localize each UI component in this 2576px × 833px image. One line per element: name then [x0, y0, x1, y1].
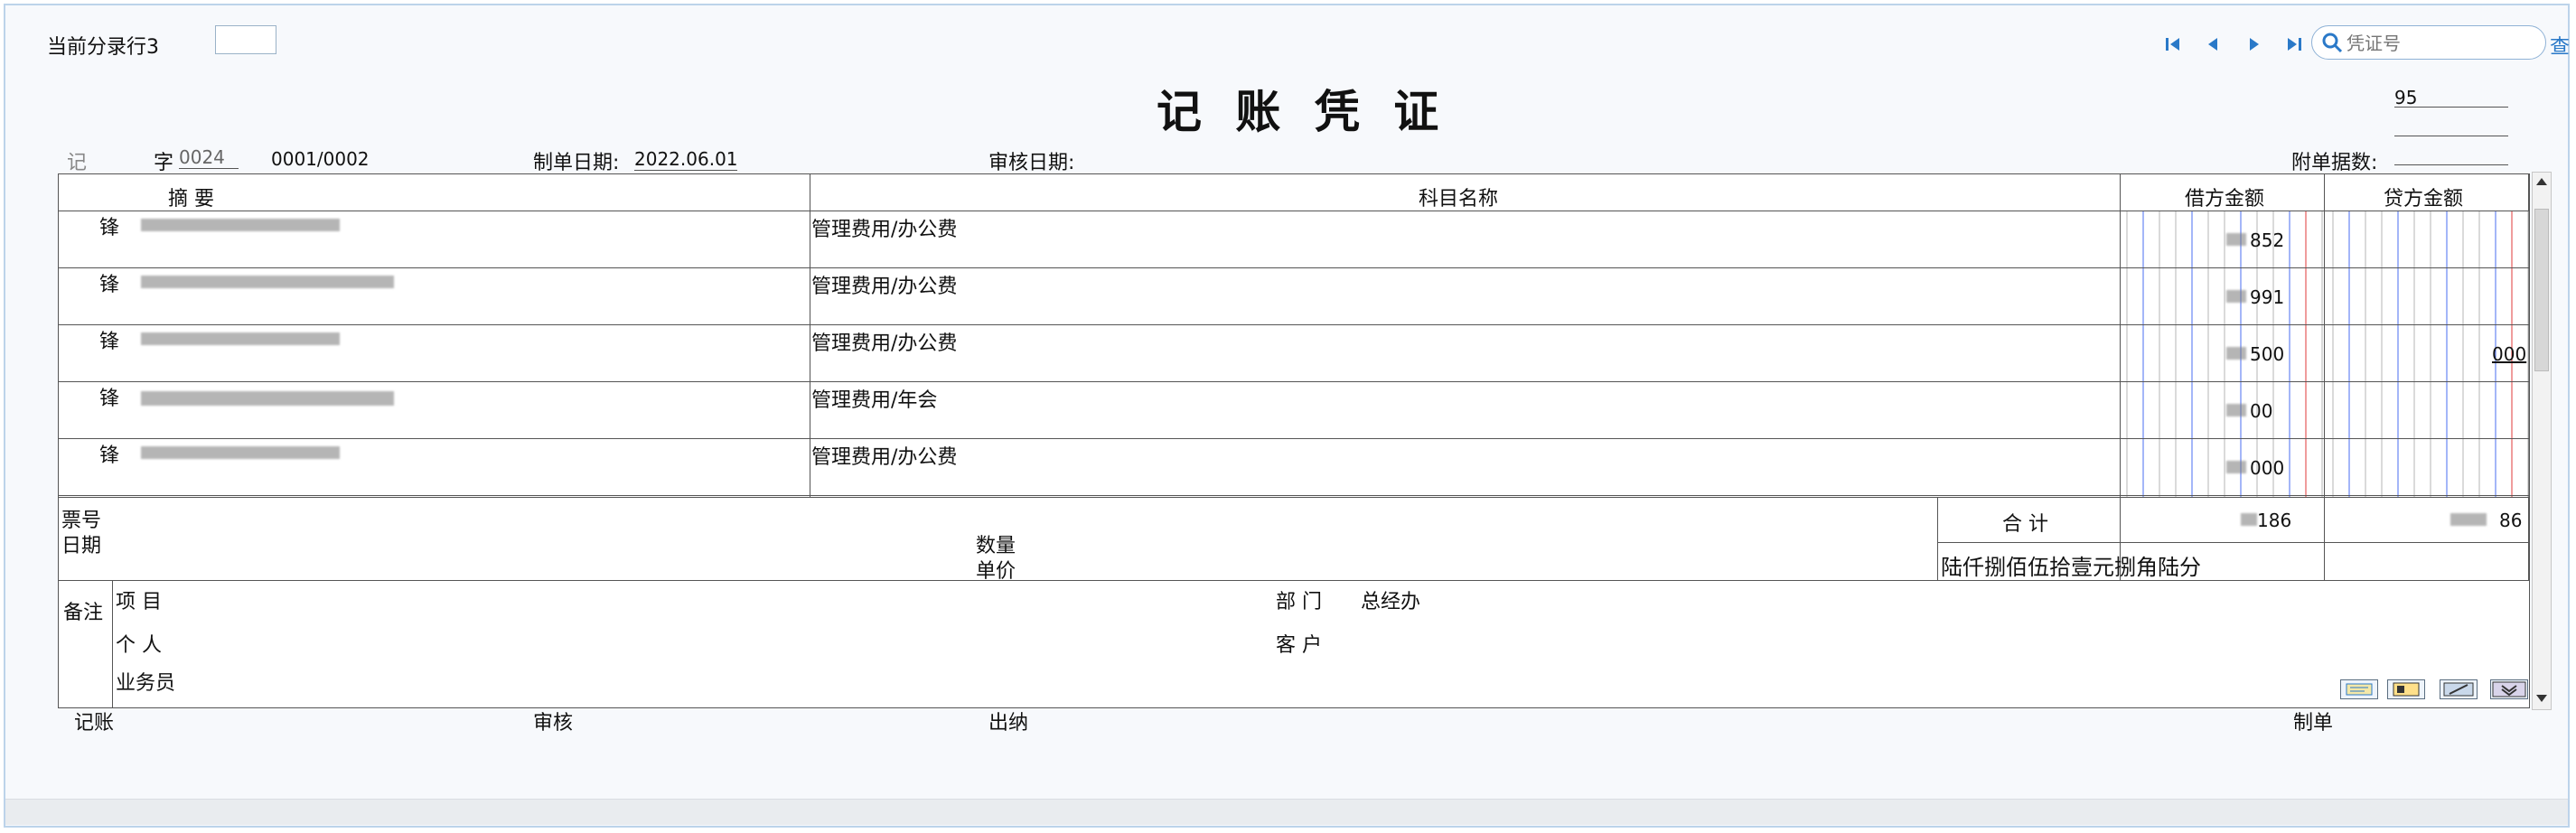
cashier-label: 出纳	[988, 712, 1029, 735]
search-box[interactable]	[2311, 25, 2546, 60]
redaction	[2226, 404, 2246, 416]
row-summary: 锋	[99, 274, 120, 296]
row-account: 管理费用/办公费	[811, 446, 958, 469]
row-account: 管理费用/年会	[811, 389, 938, 412]
voucher-title: 记 账 凭 证	[1157, 85, 1448, 138]
zi-label: 字	[154, 152, 174, 174]
salesperson-label: 业务员	[116, 672, 176, 695]
bottom-strip	[5, 799, 2568, 825]
remarks-divider	[112, 580, 113, 708]
note-icon[interactable]	[2340, 679, 2378, 699]
current-row-input[interactable]	[215, 25, 276, 54]
redaction	[2450, 513, 2487, 526]
scrollbar[interactable]	[2532, 172, 2552, 710]
total-credit: 86	[2499, 510, 2523, 531]
debit-header: 借方金额	[2185, 188, 2265, 211]
project-label: 项 目	[116, 591, 162, 613]
search-button[interactable]: 查	[2550, 31, 2570, 60]
tool-icon[interactable]	[2440, 679, 2478, 699]
credit-header: 贷方金额	[2384, 188, 2464, 211]
table-row[interactable]: 锋 管理费用/办公费 852	[58, 211, 2530, 268]
maker-label: 制单	[2293, 712, 2334, 735]
bill-date-label: 日期	[61, 535, 102, 557]
row-account: 管理费用/办公费	[811, 276, 958, 298]
page-indicator: 0001/0002	[271, 148, 370, 170]
department-label: 部 门	[1276, 591, 1322, 613]
redaction	[2226, 461, 2246, 473]
scroll-down-icon[interactable]	[2534, 691, 2549, 706]
account-header: 科目名称	[1419, 188, 1499, 211]
row-summary: 锋	[99, 388, 120, 410]
row-summary: 锋	[99, 217, 120, 239]
bookkeeping-label: 记账	[74, 712, 115, 735]
total-line	[1937, 542, 2530, 543]
top-right-line	[2394, 107, 2508, 108]
search-input[interactable]	[2345, 30, 2529, 57]
total-debit: 186	[2257, 510, 2292, 531]
personal-label: 个 人	[116, 634, 162, 657]
scroll-thumb[interactable]	[2534, 209, 2549, 371]
expand-down-icon[interactable]	[2490, 679, 2528, 699]
row-summary: 锋	[99, 445, 120, 467]
redaction	[141, 391, 394, 406]
date-label: 制单日期:	[533, 152, 620, 174]
table-row[interactable]: 锋 管理费用/年会 00	[58, 382, 2530, 439]
amount-in-words: 陆仟捌佰伍拾壹元捌角陆分	[1941, 555, 2201, 580]
audit-label: 审核	[533, 712, 574, 735]
redaction	[141, 219, 340, 231]
row-debit: 000	[2250, 457, 2285, 479]
current-row-label: 当前分录行3	[47, 36, 159, 59]
row-account: 管理费用/办公费	[811, 219, 958, 241]
prev-page-icon[interactable]	[2201, 33, 2225, 56]
row-account: 管理费用/办公费	[811, 332, 958, 355]
customer-label: 客 户	[1276, 634, 1322, 657]
redaction	[141, 276, 394, 288]
row-debit: 852	[2250, 229, 2285, 251]
voucher-number[interactable]: 0024	[179, 146, 239, 169]
first-page-icon[interactable]	[2161, 33, 2185, 56]
top-right-number: 95	[2394, 87, 2418, 108]
total-label: 合 计	[2002, 513, 2048, 536]
redaction	[141, 332, 340, 345]
attachment-label: 附单据数:	[2291, 152, 2378, 174]
next-page-icon[interactable]	[2243, 33, 2266, 56]
voucher-type[interactable]: 记	[67, 146, 152, 176]
row-debit: 500	[2250, 343, 2285, 365]
row-credit: 000	[2492, 343, 2527, 365]
redaction	[141, 446, 340, 459]
redaction	[2226, 347, 2246, 360]
table-row[interactable]: 锋 管理费用/办公费 991	[58, 268, 2530, 325]
row-debit: 00	[2250, 400, 2273, 422]
row-summary: 锋	[99, 331, 120, 353]
date-value[interactable]: 2022.06.01	[634, 148, 738, 171]
redaction	[2226, 233, 2246, 246]
total-divider	[1937, 497, 1938, 580]
last-page-icon[interactable]	[2282, 33, 2306, 56]
redaction	[2241, 513, 2257, 526]
summary-header: 摘 要	[168, 188, 214, 211]
table-row[interactable]: 锋 管理费用/办公费 500 000	[58, 325, 2530, 382]
card-icon[interactable]	[2387, 679, 2425, 699]
remarks-label: 备注	[63, 602, 104, 624]
search-icon	[2321, 32, 2343, 57]
table-header	[58, 173, 2530, 211]
redaction	[2226, 290, 2246, 303]
table-row[interactable]: 锋 管理费用/办公费 000	[58, 439, 2530, 496]
scroll-up-icon[interactable]	[2534, 174, 2549, 189]
audit-date-label: 审核日期:	[988, 152, 1075, 174]
attachment-field[interactable]	[2394, 164, 2508, 165]
row-debit: 991	[2250, 286, 2285, 308]
department-value: 总经办	[1361, 591, 1421, 613]
